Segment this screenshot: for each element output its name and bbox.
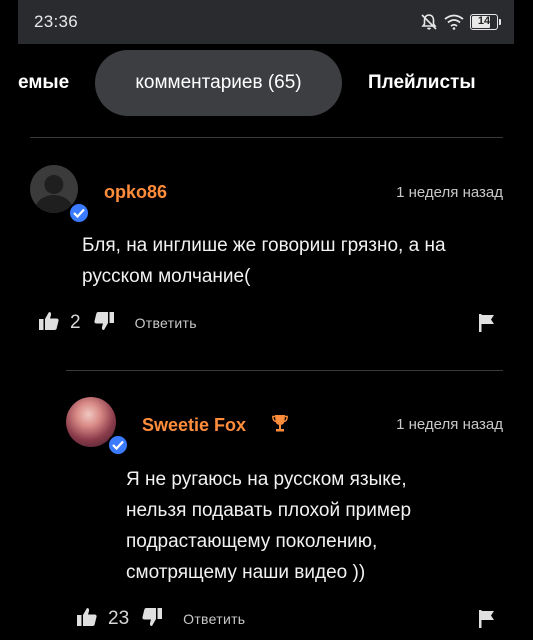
comment-text-line: Бля, на инглише же говориш грязно, а на (82, 235, 446, 256)
like-count: 23 (108, 608, 130, 629)
flag-icon[interactable] (478, 313, 496, 338)
comment-text: Я не ругаюсь на русском языке, нельзя по… (126, 464, 411, 588)
verified-check-icon (68, 202, 90, 224)
comment-actions: 23 Ответить (76, 606, 245, 632)
comment-text-line: русском молчание( (82, 266, 251, 287)
tab-comments[interactable]: комментариев (65) (95, 50, 342, 116)
comment-username[interactable]: opko86 (104, 182, 167, 203)
thumbs-down-icon[interactable] (93, 310, 115, 337)
reply-button[interactable]: Ответить (135, 315, 197, 331)
comment-username[interactable]: Sweetie Fox (142, 415, 246, 436)
status-icons: 14 (420, 12, 501, 32)
tabs-divider (30, 137, 503, 138)
comment-text-line: нельзя подавать плохой пример (126, 500, 412, 521)
comment-text-line: Я не ругаюсь на русском языке, (126, 469, 407, 490)
reply-button[interactable]: Ответить (183, 611, 245, 627)
comment-time: 1 неделя назад (396, 416, 503, 433)
thumbs-down-icon[interactable] (141, 606, 163, 633)
trophy-icon (272, 413, 288, 438)
verified-check-icon (107, 434, 129, 456)
comment-time: 1 неделя назад (396, 184, 503, 201)
comment-actions: 2 Ответить (38, 310, 197, 336)
bell-muted-icon (420, 13, 438, 31)
comment-text: Бля, на инглише же говориш грязно, а на … (82, 230, 446, 292)
tab-comments-label: комментариев (65) (135, 72, 302, 93)
comment-text-line: подрастающему поколению, (126, 531, 378, 552)
status-time: 23:36 (34, 12, 79, 31)
thumbs-up-icon[interactable] (38, 310, 60, 337)
flag-icon[interactable] (478, 609, 496, 634)
wifi-icon (444, 14, 464, 30)
tab-bar: емые комментариев (65) Плейлисты (0, 50, 533, 116)
phone-screen: 23:36 14 емые комментариев (65) Плейлист… (0, 0, 533, 640)
comment-divider (66, 370, 503, 371)
like-count: 2 (70, 312, 81, 333)
thumbs-up-icon[interactable] (76, 606, 98, 633)
tab-partial-left[interactable]: емые (18, 72, 69, 94)
battery-level: 14 (477, 15, 491, 27)
status-bar: 23:36 14 (18, 0, 514, 44)
tab-playlists[interactable]: Плейлисты (368, 72, 476, 94)
battery-indicator: 14 (470, 14, 501, 30)
comment-text-line: смотрящему наши видео )) (126, 562, 366, 583)
